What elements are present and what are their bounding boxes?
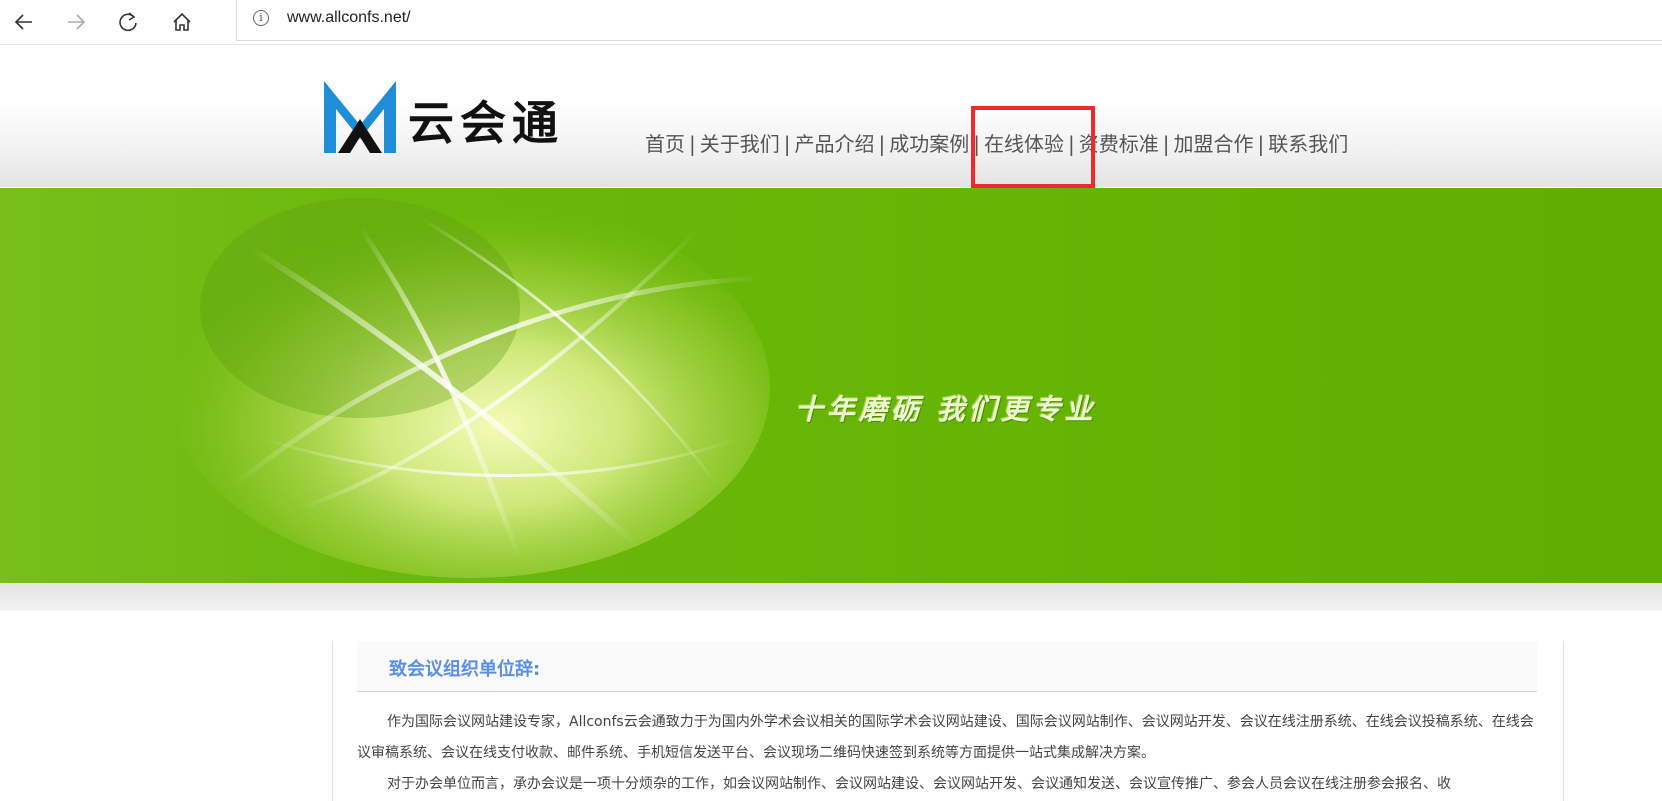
forward-button[interactable] [58,4,94,40]
content-header: 致会议组织单位辞: [357,641,1537,692]
forward-icon [68,14,86,30]
nav-about[interactable]: 关于我们 [700,132,780,156]
banner-slogan: 十年磨砺 我们更专业 [795,393,1097,426]
nav-separator: | [689,132,696,156]
nav-separator: | [878,132,886,156]
content-title: 致会议组织单位辞: [389,659,541,680]
nav-partnership[interactable]: 加盟合作 [1174,132,1254,156]
url-text: www.allconfs.net/ [287,9,411,26]
nav-cases[interactable]: 成功案例 [889,132,969,156]
info-icon[interactable]: i [253,10,269,26]
site-header: 云会通 首页 | 关于我们 | 产品介绍 | 成功案例 | 在线体验 | 资费标准 | 加盟合作 | 联系我… [0,45,1662,187]
refresh-button[interactable] [110,4,146,40]
nav-separator: | [1257,132,1265,156]
logo-icon[interactable] [324,79,396,153]
logo-text: 云会通 [408,96,564,150]
home-icon [173,12,191,31]
back-icon [14,14,32,30]
back-button[interactable] [6,4,42,40]
browser-toolbar: i www.allconfs.net/ [0,0,1662,45]
home-button[interactable] [164,4,200,40]
hero-banner: 十年磨砺 我们更专业 [0,188,1662,583]
banner-graphic [170,198,770,578]
nav-products[interactable]: 产品介绍 [795,132,875,156]
highlight-box [971,106,1095,188]
address-bar[interactable]: i www.allconfs.net/ [236,0,1662,41]
intro-paragraph-2: 对于办会单位而言，承办会议是一项十分烦杂的工作，如会议网站制作、会议网站建设、会… [387,776,1451,792]
nav-home[interactable]: 首页 [645,132,685,156]
intro-paragraph: 作为国际会议网站建设专家，Allconfs云会通致力于为国内外学术会议相关的国际… [357,714,1534,761]
nav-contact[interactable]: 联系我们 [1268,132,1348,156]
divider-strip [0,583,1662,611]
nav-separator: | [783,132,791,156]
nav-separator: | [1162,132,1170,156]
content-panel: 致会议组织单位辞: 作为国际会议网站建设专家，Allconfs云会通致力于为国内… [332,641,1564,801]
refresh-icon [119,12,137,32]
